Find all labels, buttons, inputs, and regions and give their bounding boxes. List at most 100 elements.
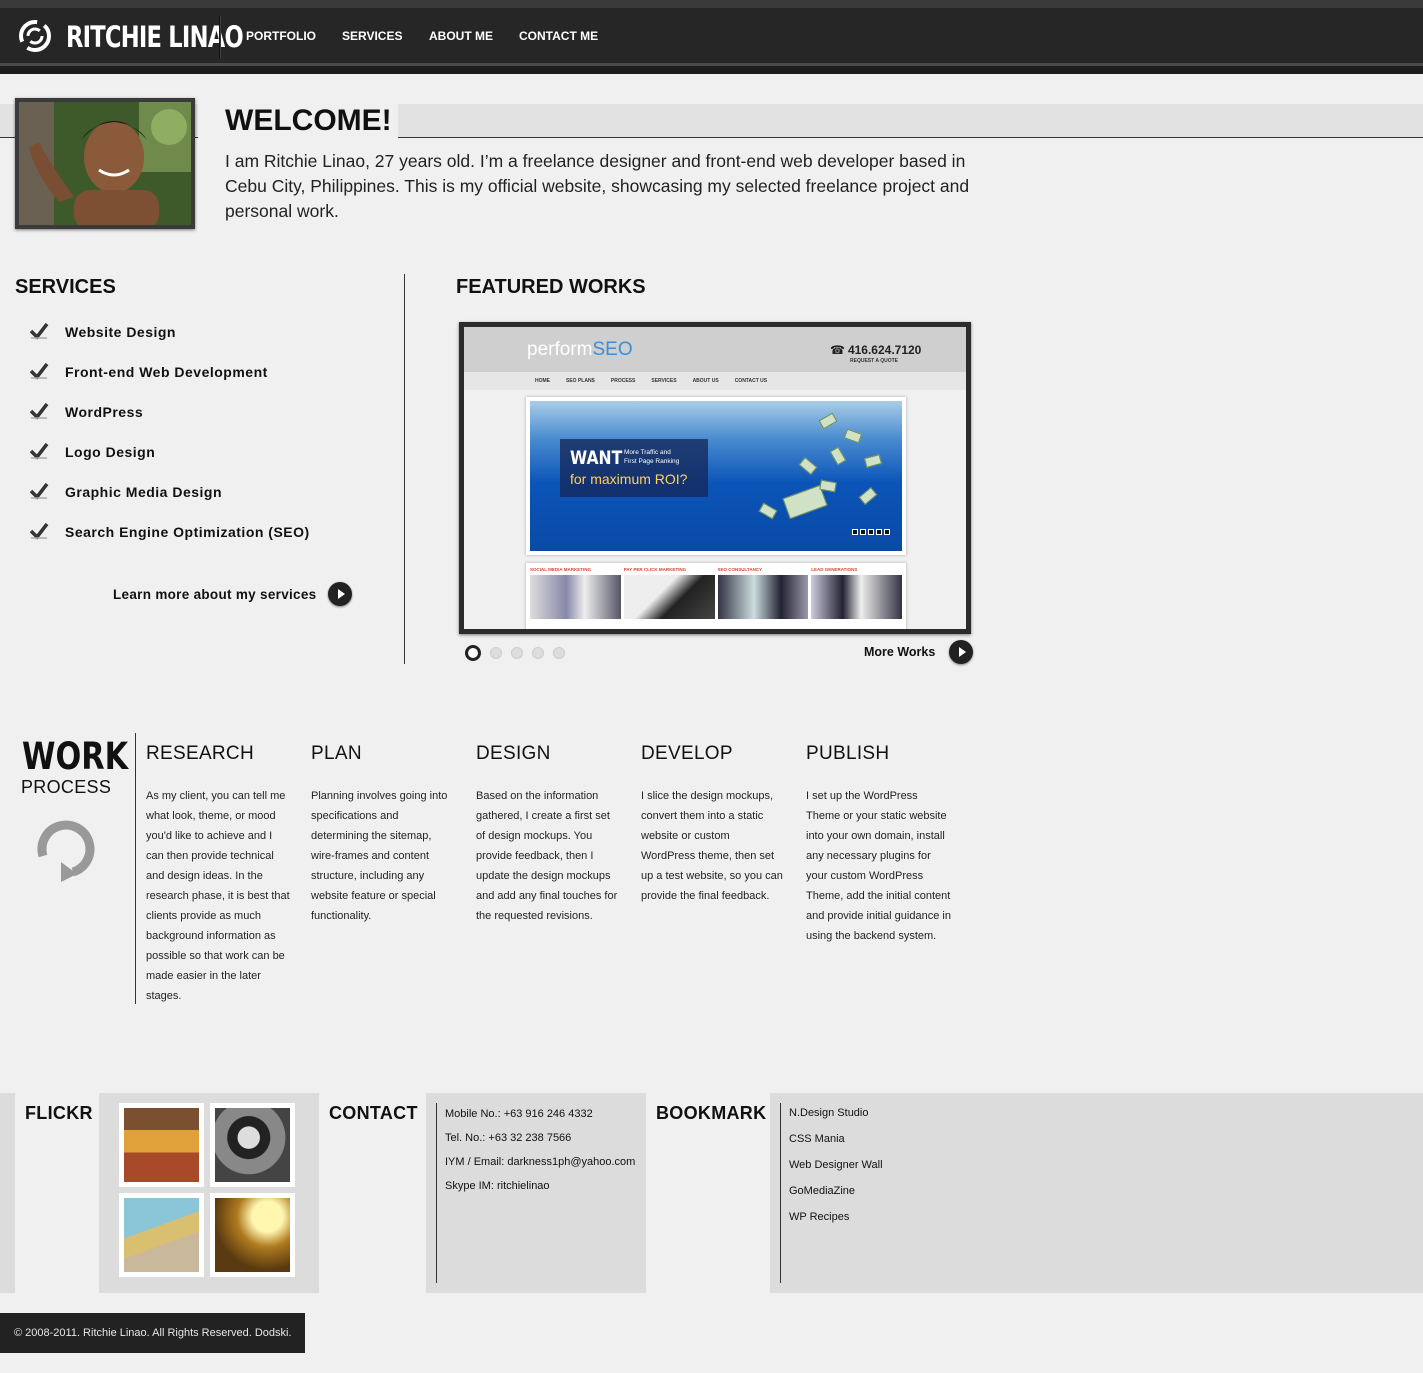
flickr-grid [119,1103,295,1277]
bookmark-link[interactable]: Web Designer Wall [789,1152,883,1178]
step-title: PUBLISH [806,743,890,764]
process-step-research: RESEARCH As my client, you can tell me w… [146,743,291,1006]
nav-services[interactable]: SERVICES [342,28,402,44]
profile-photo [15,98,195,229]
flickr-photo[interactable] [119,1103,204,1187]
featured-pager [465,645,565,661]
site-logo-text[interactable]: RITCHIE LINAO [66,17,244,57]
nav-about-me[interactable]: ABOUT ME [429,28,493,44]
column-divider [404,274,405,664]
work-process-heading: WORK [22,735,129,778]
main-nav: PORTFOLIO SERVICES ABOUT ME CONTACT ME [246,28,628,44]
step-title: PLAN [311,743,362,764]
pager-dot[interactable] [553,647,565,659]
nav-portfolio[interactable]: PORTFOLIO [246,28,316,44]
featured-slide[interactable]: performSEO 416.624.7120 REQUEST A QUOTE … [459,322,971,634]
checkmark-icon [30,522,49,540]
step-text: As my client, you can tell me what look,… [146,790,290,1002]
featured-screenshot: performSEO 416.624.7120 REQUEST A QUOTE … [464,327,966,629]
banner-callout: WANT More Traffic and First Page Ranking… [560,439,708,497]
screenshot-banner: WANT More Traffic and First Page Ranking… [526,397,906,555]
contact-list: Mobile No.: +63 916 246 4332 Tel. No.: +… [445,1102,635,1198]
services-list: Website Design Front-end Web Development… [30,322,310,562]
welcome-title: WELCOME! [225,104,392,137]
bookmark-link[interactable]: CSS Mania [789,1126,883,1152]
process-step-design: DESIGN Based on the information gathered… [476,743,621,926]
step-text: I slice the design mockups, convert them… [641,790,783,902]
screenshot-nav: HOME SEO PLANS PROCESS SERVICES ABOUT US… [535,378,768,384]
screenshot-quote: REQUEST A QUOTE [850,358,898,364]
services-title: SERVICES [15,276,116,298]
bookmark-link[interactable]: WP Recipes [789,1204,883,1230]
featured-works-title: FEATURED WORKS [456,276,646,298]
contact-mobile: Mobile No.: +63 916 246 4332 [445,1108,593,1120]
pager-dot[interactable] [532,647,544,659]
step-title: DESIGN [476,743,551,764]
more-works-link[interactable]: More Works [864,640,974,664]
contact-email[interactable]: IYM / Email: darkness1ph@yahoo.com [445,1150,635,1174]
contact-title: CONTACT [329,1103,418,1123]
flickr-title: FLICKR [25,1103,93,1123]
service-item: Logo Design [30,442,310,482]
service-label: Graphic Media Design [65,484,223,500]
step-title: RESEARCH [146,743,254,764]
cycle-arrow-icon [37,820,95,882]
service-label: Search Engine Optimization (SEO) [65,524,310,540]
service-item: Front-end Web Development [30,362,310,402]
service-item: Graphic Media Design [30,482,310,522]
bookmark-title: BOOKMARK [656,1103,767,1123]
arrow-right-icon[interactable] [949,640,974,664]
service-label: WordPress [65,404,144,420]
pager-dot[interactable] [490,647,502,659]
step-text: I set up the WordPress Theme or your sta… [806,790,951,942]
service-item: WordPress [30,402,310,442]
service-item: Search Engine Optimization (SEO) [30,522,310,562]
contact-skype: Skype IM: ritchielinao [445,1180,550,1192]
flickr-photo[interactable] [210,1103,295,1187]
process-step-plan: PLAN Planning involves going into specif… [311,743,456,926]
process-step-publish: PUBLISH I set up the WordPress Theme or … [806,743,951,946]
welcome-band [0,104,1423,138]
checkmark-icon [30,362,49,380]
profile-photo-image [19,102,191,225]
band-gap [198,104,214,138]
step-text: Based on the information gathered, I cre… [476,790,618,922]
work-process-subheading: PROCESS [21,777,112,797]
more-works-label: More Works [864,645,936,659]
screenshot-phone: 416.624.7120 [830,343,921,357]
bookmark-link[interactable]: GoMediaZine [789,1178,883,1204]
arrow-right-icon[interactable] [328,582,353,606]
copyright-bar: © 2008-2011. Ritchie Linao. All Rights R… [0,1313,305,1353]
screenshot-thumbs: SOCIAL MEDIA MARKETING PAY PER CLICK MAR… [526,563,906,629]
step-text: Planning involves going into specificati… [311,790,448,922]
checkmark-icon [30,482,49,500]
pager-dot[interactable] [511,647,523,659]
contact-divider [436,1103,437,1283]
pager-dot-active[interactable] [465,645,481,661]
work-process-divider [135,733,136,1004]
step-title: DEVELOP [641,743,733,764]
checkmark-icon [30,442,49,460]
service-label: Logo Design [65,444,156,460]
checkmark-icon [30,402,49,420]
top-header: RITCHIE LINAO PORTFOLIO SERVICES ABOUT M… [0,0,1423,74]
checkmark-icon [30,322,49,340]
nav-contact-me[interactable]: CONTACT ME [519,28,598,44]
service-item: Website Design [30,322,310,362]
bookmark-link[interactable]: N.Design Studio [789,1100,883,1126]
learn-more-label: Learn more about my services [113,586,317,602]
service-label: Front-end Web Development [65,364,268,380]
welcome-intro: I am Ritchie Linao, 27 years old. I’m a … [225,151,970,221]
header-divider [219,16,221,58]
flickr-photo[interactable] [119,1193,204,1277]
screenshot-logo: performSEO [527,339,633,360]
process-step-develop: DEVELOP I slice the design mockups, conv… [641,743,786,906]
logo-swirl-icon[interactable] [14,19,58,53]
service-label: Website Design [65,324,176,340]
flickr-photo[interactable] [210,1193,295,1277]
bookmark-list: N.Design Studio CSS Mania Web Designer W… [789,1100,883,1230]
contact-tel: Tel. No.: +63 32 238 7566 [445,1132,572,1144]
learn-more-services-link[interactable]: Learn more about my services [113,582,353,606]
bookmark-divider [780,1103,781,1283]
banner-pager [852,529,890,535]
